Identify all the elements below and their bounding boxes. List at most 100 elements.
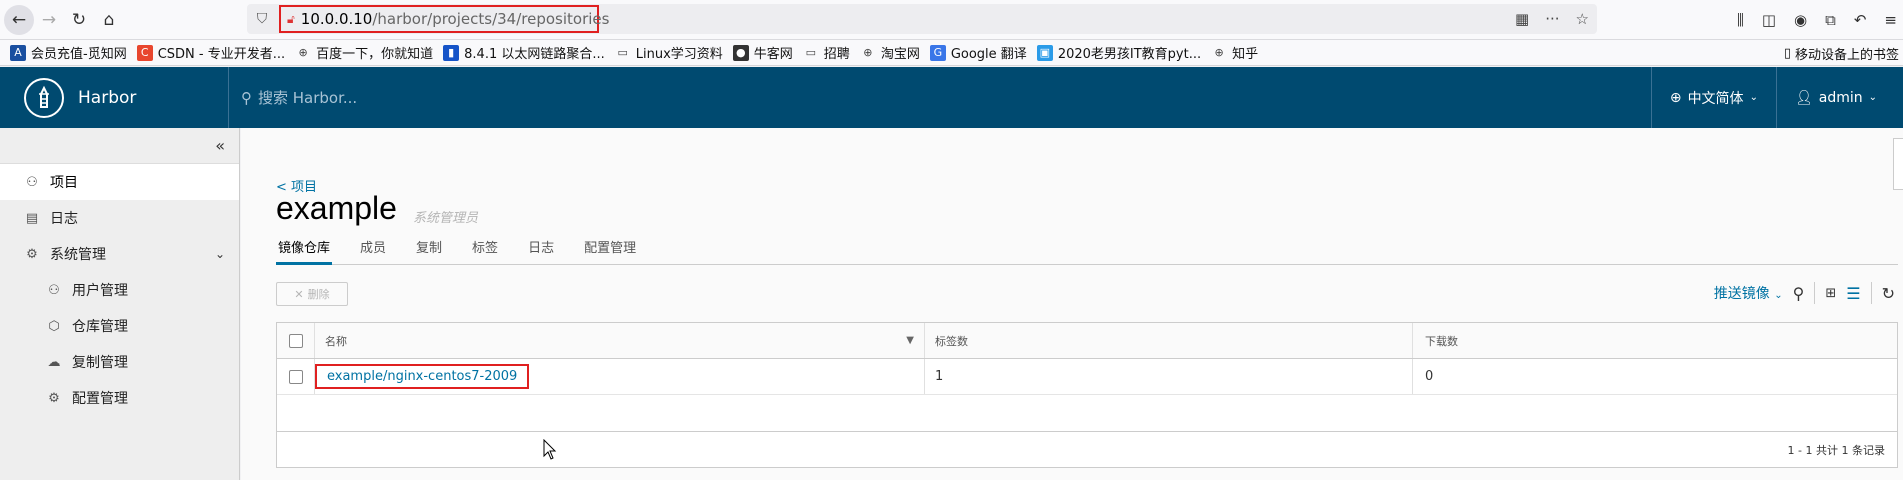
tab-replication[interactable]: 复制 — [414, 235, 444, 265]
bookmark-favicon-icon: ● — [732, 44, 749, 61]
mobile-bookmarks-folder[interactable]: ▯ 移动设备上的书签 — [1784, 40, 1903, 65]
push-image-dropdown[interactable]: 推送镜像 ⌄ — [1714, 283, 1783, 303]
column-label: 名称 — [325, 334, 347, 348]
bookmark-label: 淘宝网 — [880, 47, 920, 62]
users-icon: ⚇ — [48, 282, 60, 298]
url-host: 10.0.0.10 — [300, 10, 373, 28]
undo-icon[interactable]: ↶ — [1854, 11, 1867, 29]
bookmark-item[interactable]: ▣ 2020老男孩IT教育pyt... — [1036, 43, 1202, 62]
menu-icon[interactable]: ≡ — [1884, 11, 1897, 29]
bookmark-favicon-icon: A — [10, 44, 26, 61]
bookmarks-bar: A 会员充值-觅知网 C CSDN - 专业开发者... ⊕ 百度一下，你就知道 ▮ 8.4.… — [0, 40, 1903, 66]
url-path: /harbor/projects/34/repositories — [372, 10, 610, 28]
admin-icon: ⚙ — [26, 246, 38, 262]
global-search[interactable]: ⚲ 搜索 Harbor... — [228, 67, 357, 128]
bookmark-favicon-icon: G — [929, 44, 946, 61]
bookmark-item[interactable]: ● 牛客网 — [732, 43, 793, 62]
search-input[interactable]: 搜索 Harbor... — [258, 87, 357, 108]
refresh-icon[interactable]: ↻ — [1882, 284, 1895, 303]
language-dropdown[interactable]: ⊕ 中文简体 ⌄ — [1652, 88, 1776, 108]
bookmark-item[interactable]: ⊕ 知乎 — [1211, 43, 1259, 62]
harbor-logo-icon[interactable] — [24, 77, 64, 118]
tab-logs[interactable]: 日志 — [526, 235, 556, 265]
row-checkbox[interactable] — [277, 359, 315, 394]
sidebar-item-label: 仓库管理 — [72, 319, 128, 335]
grid-header: 名称 ▼ 标签数 下载数 — [277, 323, 1897, 359]
sidebar-item-administration[interactable]: ⚙ 系统管理 ⌄ — [0, 236, 239, 272]
column-header-tags[interactable]: 标签数 — [925, 323, 1413, 358]
bookmark-item[interactable]: C CSDN - 专业开发者... — [136, 43, 285, 62]
bookmark-label: 会员充值-觅知网 — [31, 47, 127, 62]
repository-link[interactable]: example/nginx-centos7-2009 — [315, 364, 530, 389]
sidebar-item-projects[interactable]: ⚇ 项目 — [0, 164, 239, 200]
card-view-icon[interactable]: ⊞ — [1825, 286, 1836, 301]
home-button[interactable]: ⌂ — [94, 5, 124, 35]
bookmark-label: 8.4.1 以太网链路聚合... — [464, 47, 605, 62]
bookmark-item[interactable]: G Google 翻译 — [929, 43, 1027, 62]
registry-icon: ⬡ — [48, 318, 60, 334]
collapse-sidebar-button[interactable]: « — [0, 128, 239, 164]
column-header-name[interactable]: 名称 ▼ — [315, 323, 925, 358]
grid-footer: 1 - 1 共计 1 条记录 — [277, 431, 1897, 467]
screenshot-icon[interactable]: ⧉ — [1825, 11, 1836, 29]
tab-labels[interactable]: 标签 — [470, 235, 500, 265]
filter-icon[interactable]: ▼ — [906, 335, 914, 346]
sidebar-toggle-icon[interactable]: ◫ — [1762, 11, 1776, 29]
select-all-checkbox[interactable] — [277, 323, 315, 358]
address-bar[interactable]: ⛉ 🔓︎ 10.0.0.10/harbor/projects/34/reposi… — [247, 4, 1597, 34]
browser-toolbar: ← → ↻ ⌂ ⛉ 🔓︎ 10.0.0.10/harbor/projects/3… — [0, 0, 1903, 40]
bookmark-favicon-icon: ⊕ — [298, 46, 308, 59]
search-icon[interactable]: ⚲ — [1793, 284, 1805, 303]
browser-actions: ⫼ ◫ ◉ ⧉ ↶ ≡ — [1737, 0, 1897, 40]
bookmark-item[interactable]: ⊕ 百度一下，你就知道 — [295, 43, 434, 62]
account-icon[interactable]: ◉ — [1794, 11, 1807, 29]
more-actions-icon[interactable]: ··· — [1545, 10, 1559, 28]
divider — [1814, 282, 1816, 304]
column-header-pulls[interactable]: 下载数 — [1413, 323, 1897, 358]
arrow-left-icon: ← — [11, 9, 27, 30]
bookmark-label: 2020老男孩IT教育pyt... — [1057, 47, 1202, 62]
side-panel-tab[interactable] — [1893, 138, 1903, 190]
sidebar-item-label: 配置管理 — [72, 391, 128, 407]
tab-configuration[interactable]: 配置管理 — [582, 235, 638, 265]
bookmark-item[interactable]: ▭ 招聘 — [803, 43, 850, 62]
sidebar-item-replications[interactable]: ☁ 复制管理 — [0, 344, 239, 380]
tab-repositories[interactable]: 镜像仓库 — [276, 235, 333, 265]
projects-icon: ⚇ — [26, 174, 38, 190]
user-dropdown[interactable]: 👤︎ admin ⌄ — [1777, 90, 1895, 106]
reload-button[interactable]: ↻ — [64, 5, 94, 35]
table-row: example/nginx-centos7-2009 1 0 — [277, 359, 1897, 395]
checkbox-box — [288, 333, 303, 348]
sidebar-item-users[interactable]: ⚇ 用户管理 — [0, 272, 239, 308]
list-view-icon[interactable]: ☰ — [1846, 284, 1860, 303]
sidebar-item-registries[interactable]: ⬡ 仓库管理 — [0, 308, 239, 344]
tab-members[interactable]: 成员 — [358, 235, 388, 265]
brand-name[interactable]: Harbor — [78, 88, 136, 108]
sidebar: « ⚇ 项目 ▤ 日志 ⚙ 系统管理 ⌄ ⚇ 用户管理 ⬡ 仓库管理 ☁ 复制管… — [0, 128, 240, 480]
qr-code-icon[interactable]: ▦ — [1515, 10, 1529, 28]
bookmark-favicon-icon: ▮ — [443, 44, 460, 61]
sidebar-item-configuration[interactable]: ⚙ 配置管理 — [0, 380, 239, 416]
delete-label: 删除 — [307, 288, 330, 301]
bookmark-item[interactable]: ▮ 8.4.1 以太网链路聚合... — [443, 43, 605, 62]
back-button[interactable]: ← — [4, 4, 34, 35]
bookmark-label: Linux学习资料 — [635, 47, 723, 62]
bookmark-label: 知乎 — [1232, 47, 1259, 62]
mouse-cursor-icon — [543, 439, 557, 460]
shield-icon[interactable]: ⛉ — [247, 11, 277, 27]
forward-button[interactable]: → — [34, 5, 64, 35]
pagination-summary: 1 - 1 共计 1 条记录 — [1787, 443, 1885, 457]
delete-button[interactable]: ✕ 删除 — [276, 282, 348, 306]
library-icon[interactable]: ⫼ — [1737, 11, 1744, 29]
bookmark-item[interactable]: ▭ Linux学习资料 — [615, 43, 723, 62]
sidebar-item-label: 日志 — [50, 211, 78, 227]
sidebar-item-logs[interactable]: ▤ 日志 — [0, 200, 239, 236]
url-field[interactable]: 🔓︎ 10.0.0.10/harbor/projects/34/reposito… — [279, 5, 609, 33]
bookmark-item[interactable]: ⊕ 淘宝网 — [860, 43, 920, 62]
bookmark-star-icon[interactable]: ☆ — [1576, 10, 1589, 28]
insecure-lock-icon[interactable]: 🔓︎ — [287, 12, 295, 27]
arrow-right-icon: → — [41, 9, 57, 30]
mobile-bookmarks-label: 移动设备上的书签 — [1794, 47, 1899, 63]
bookmark-favicon-icon: ▣ — [1036, 44, 1053, 61]
bookmark-item[interactable]: A 会员充值-觅知网 — [10, 43, 127, 62]
